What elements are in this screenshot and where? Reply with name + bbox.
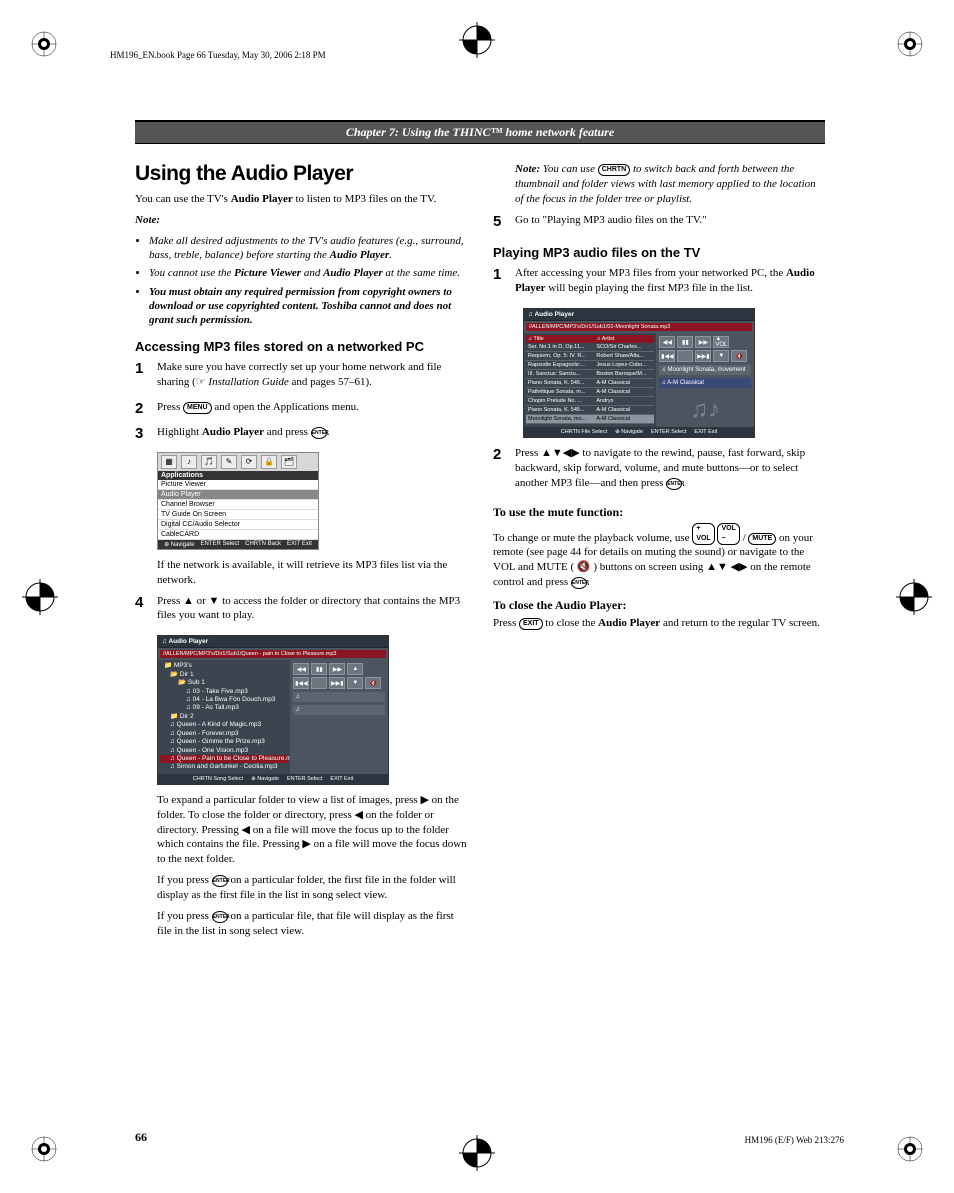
- note-label: Note:: [135, 213, 467, 228]
- ap-controls: ▮◀◀▶▶▮▼🔇: [659, 350, 751, 362]
- step-num: 2: [135, 400, 157, 417]
- note-item: Make all desired adjustments to the TV's…: [149, 234, 467, 263]
- menu-item: CableCARD: [158, 530, 318, 540]
- step-num: 5: [493, 213, 515, 230]
- menu-icons: ▦♪🎵✎⟳🔒🗂: [158, 453, 318, 471]
- ap-path: //ALLEN/MPC/MP3's/Dir1/Sub1/02-Moonlight…: [526, 323, 752, 331]
- crop-mark: [30, 1135, 58, 1163]
- now-playing-title: ♫ Moonlight Sonata, movement: [659, 365, 751, 375]
- ap-path: //ALLEN/MPC/MP3's/Dir1/Sub1/Queen - pain…: [160, 650, 386, 658]
- now-playing: ♫: [293, 705, 385, 715]
- menu-button-icon: MENU: [183, 402, 212, 414]
- h3-mute: To use the mute function:: [493, 505, 825, 520]
- mute-text: To change or mute the playback volume, u…: [493, 523, 825, 590]
- now-playing: ♫: [293, 692, 385, 702]
- note-item: You cannot use the Picture Viewer and Au…: [149, 266, 467, 280]
- menu-item-selected: Audio Player: [158, 490, 318, 500]
- menu-item: Channel Browser: [158, 500, 318, 510]
- page-number: 66: [135, 1130, 147, 1145]
- enter-button-icon: ENTER: [311, 427, 327, 439]
- page-footer: HM196 (E/F) Web 213:276: [745, 1135, 844, 1145]
- vol-minus-icon: VOL−: [717, 523, 739, 545]
- reg-mark: [459, 22, 495, 58]
- step-num: 3: [135, 425, 157, 442]
- enter-button-icon: ENTER: [212, 911, 228, 923]
- ap-tree: 📁 MP3's📂 Dir 1📂 Sub 1 ♫ 03 - Take Five.m…: [160, 662, 288, 772]
- step-3: Highlight Audio Player and press ENTER.: [157, 425, 467, 440]
- after-app: If the network is available, it will ret…: [157, 558, 467, 588]
- step-2: Press MENU and open the Applications men…: [157, 400, 467, 415]
- ap-controls: ◀◀▮▮▶▶▲: [293, 663, 385, 675]
- audio-player-playback-figure: Audio Player //ALLEN/MPC/MP3's/Dir1/Sub1…: [523, 308, 755, 438]
- now-playing-artist: ♫ A-M Classical: [659, 378, 751, 388]
- step-num: 4: [135, 594, 157, 611]
- h1-audio-player: Using the Audio Player: [135, 162, 467, 186]
- step-1: Make sure you have correctly set up your…: [157, 360, 467, 390]
- play-1: After accessing your MP3 files from your…: [515, 266, 825, 296]
- step-num: 2: [493, 446, 515, 463]
- ap-controls: ◀◀▮▮▶▶▲VOL: [659, 336, 751, 348]
- music-icon: ♫♪: [659, 396, 751, 424]
- note-right: Note: You can use CHRTN to switch back a…: [515, 162, 825, 207]
- ap-footer: CHRTN Song Select⊕ NavigateENTER SelectE…: [158, 774, 388, 784]
- if-file: If you press ENTER on a particular file,…: [157, 909, 467, 939]
- ap-title: Audio Player: [524, 309, 754, 321]
- step-num: 1: [135, 360, 157, 377]
- menu-item: Picture Viewer: [158, 480, 318, 490]
- note-list: Make all desired adjustments to the TV's…: [149, 234, 467, 328]
- reg-mark: [459, 1135, 495, 1171]
- close-text: Press EXIT to close the Audio Player and…: [493, 616, 825, 631]
- exit-button-icon: EXIT: [519, 618, 543, 630]
- intro: You can use the TV's Audio Player to lis…: [135, 192, 467, 207]
- crop-mark: [30, 30, 58, 58]
- applications-menu-figure: ▦♪🎵✎⟳🔒🗂 Applications Picture Viewer Audi…: [157, 452, 319, 550]
- ap-footer: CHRTN File Select⊕ NavigateENTER SelectE…: [524, 427, 754, 437]
- menu-item: Digital CC/Audio Selector: [158, 520, 318, 530]
- step-num: 1: [493, 266, 515, 283]
- ap-title: Audio Player: [158, 636, 388, 648]
- menu-title: Applications: [158, 471, 318, 480]
- h2-accessing: Accessing MP3 files stored on a networke…: [135, 339, 467, 354]
- if-folder: If you press ENTER on a particular folde…: [157, 873, 467, 903]
- h3-close: To close the Audio Player:: [493, 598, 825, 613]
- reg-mark: [896, 579, 932, 615]
- audio-player-folder-figure: Audio Player //ALLEN/MPC/MP3's/Dir1/Sub1…: [157, 635, 389, 785]
- enter-button-icon: ENTER: [212, 875, 228, 887]
- step-5: Go to "Playing MP3 audio files on the TV…: [515, 213, 825, 228]
- crop-mark: [896, 30, 924, 58]
- menu-item: TV Guide On Screen: [158, 510, 318, 520]
- play-2: Press ▲▼◀▶ to navigate to the rewind, pa…: [515, 446, 825, 491]
- chapter-bar: Chapter 7: Using the THINC™ home network…: [135, 120, 825, 144]
- chrtn-button-icon: CHRTN: [598, 164, 631, 176]
- mute-button-icon: MUTE: [748, 533, 776, 545]
- track-table: ♫ Title♫ Artist Ser. No.1 in D, Op.11...…: [526, 335, 654, 424]
- menu-footer: ⊕ NavigateENTER SelectCHRTN BackEXIT Exi…: [158, 540, 318, 549]
- h2-playing: Playing MP3 audio files on the TV: [493, 245, 825, 260]
- step-4: Press ▲ or ▼ to access the folder or dir…: [157, 594, 467, 624]
- enter-button-icon: ENTER: [571, 577, 587, 589]
- reg-mark: [22, 579, 58, 615]
- enter-button-icon: ENTER: [666, 478, 682, 490]
- expand-text: To expand a particular folder to view a …: [157, 793, 467, 867]
- note-item: You must obtain any required permission …: [149, 285, 467, 328]
- ap-controls: ▮◀◀▶▶▮▼🔇: [293, 677, 385, 689]
- page-header: HM196_EN.book Page 66 Tuesday, May 30, 2…: [110, 50, 326, 60]
- vol-plus-icon: +VOL: [692, 523, 714, 545]
- crop-mark: [896, 1135, 924, 1163]
